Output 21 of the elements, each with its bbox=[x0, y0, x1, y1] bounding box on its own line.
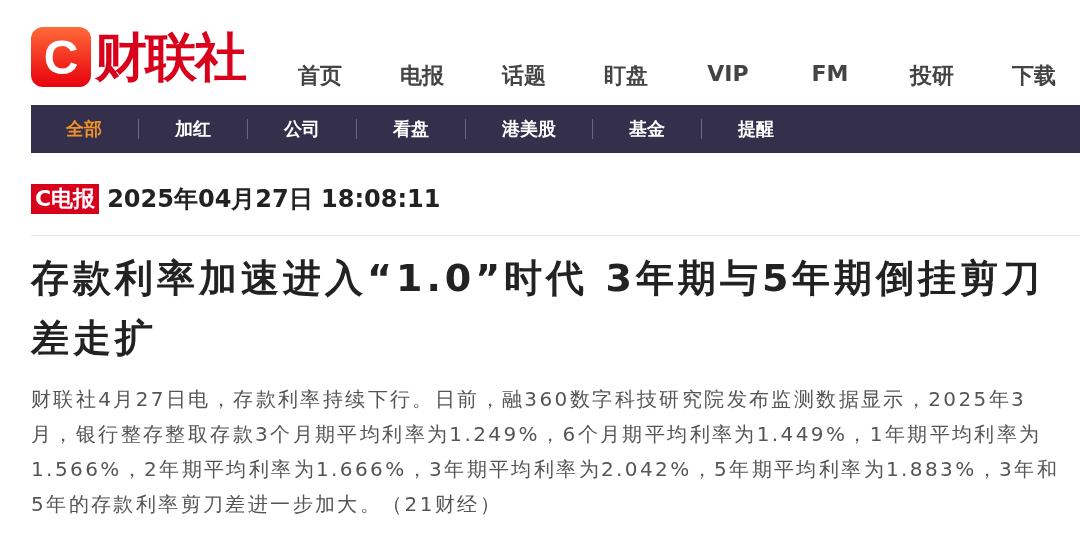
nav-link[interactable]: 投研 bbox=[881, 61, 983, 91]
nav-link[interactable]: 首页 bbox=[269, 61, 371, 91]
logo-name[interactable]: 财联社 bbox=[95, 27, 245, 87]
nav-link[interactable]: 电报 bbox=[371, 61, 473, 91]
telegraph-badge: C电报 bbox=[31, 184, 100, 214]
nav-link[interactable]: 盯盘 bbox=[575, 61, 677, 91]
article-body: 财联社4月27日电，存款利率持续下行。日前，融360数字科技研究院发布监测数据显示，2025年3月，银行整存整取存款3个月期平均利率为1.249%，6个月期平均利率为1.449%，1年期平均利率为1.566%，2年期平均利率为1.666%，3年期平均利率为2.042%，5年期平均利率为1.883%，3年和5年的存款利率剪刀差进一步加大。（21财经） bbox=[31, 386, 1060, 518]
nav-link[interactable]: VIP bbox=[677, 61, 779, 91]
category-tab[interactable]: 全部 bbox=[66, 117, 102, 141]
headline: 存款利率加速进入“1.0”时代 3年期与5年期倒挂剪刀差走扩 bbox=[31, 255, 1046, 362]
category-tab[interactable]: 看盘 bbox=[393, 117, 429, 141]
category-tab[interactable]: 港美股 bbox=[502, 117, 556, 141]
nav-link[interactable]: FM bbox=[779, 61, 881, 91]
category-tab[interactable]: 加红 bbox=[175, 117, 211, 141]
category-tab[interactable]: 基金 bbox=[629, 117, 665, 141]
logo-mark[interactable]: C bbox=[31, 27, 91, 87]
category-tab[interactable]: 提醒 bbox=[738, 117, 774, 141]
nav-link[interactable]: 话题 bbox=[473, 61, 575, 91]
nav-link[interactable]: 下载 bbox=[983, 61, 1080, 91]
category-tab[interactable]: 公司 bbox=[284, 117, 320, 141]
timestamp: 2025年04月27日 18:08:11 bbox=[107, 184, 441, 215]
